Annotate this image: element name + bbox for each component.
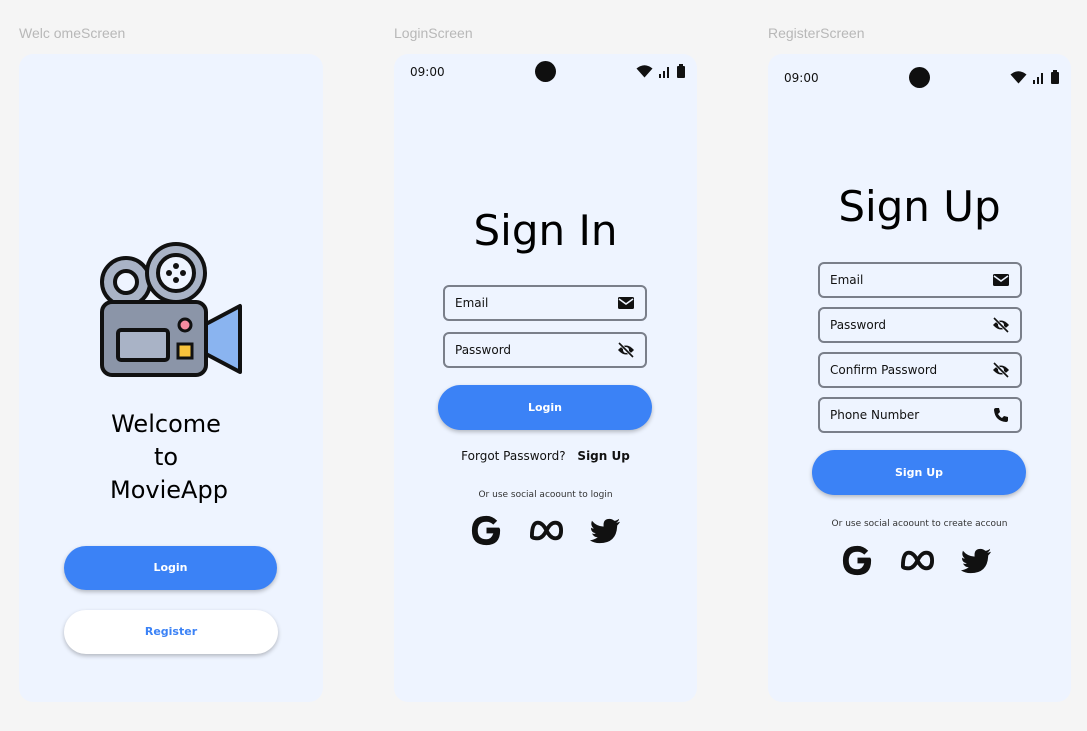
password-placeholder: Password: [455, 343, 512, 357]
battery-icon: [1051, 70, 1059, 84]
email-icon: [618, 297, 634, 309]
status-bar: 09:00: [394, 61, 697, 98]
google-icon[interactable]: [840, 543, 875, 578]
sign-up-title: Sign Up: [838, 182, 1001, 231]
status-bar: 09:00: [768, 67, 1071, 104]
confirm-password-placeholder: Confirm Password: [830, 363, 938, 377]
login-screen: 09:00 Sign In Email Password Login Forgo…: [394, 54, 697, 702]
twitter-icon[interactable]: [960, 543, 993, 578]
visibility-off-icon[interactable]: [617, 341, 635, 359]
sign-in-title: Sign In: [473, 206, 618, 255]
signal-icon: [659, 67, 669, 78]
sign-up-button[interactable]: Sign Up: [812, 450, 1026, 495]
email-icon: [993, 274, 1009, 286]
welcome-title: Welcome to MovieApp: [19, 408, 323, 507]
meta-icon[interactable]: [899, 543, 936, 578]
signal-icon: [1033, 73, 1043, 84]
password-field[interactable]: Password: [443, 332, 647, 368]
register-screen: 09:00 Sign Up Email Password Confirm Pas…: [768, 54, 1071, 702]
visibility-off-icon[interactable]: [992, 361, 1010, 379]
login-button[interactable]: Login: [64, 546, 277, 590]
camera-cutout: [909, 67, 930, 88]
battery-icon: [677, 64, 685, 78]
phone-icon: [994, 408, 1008, 422]
register-frame-label: RegisterScreen: [768, 25, 865, 41]
wifi-icon: [1010, 71, 1027, 84]
password-field[interactable]: Password: [818, 307, 1022, 343]
email-field[interactable]: Email: [443, 285, 647, 321]
email-placeholder: Email: [455, 296, 489, 310]
google-icon[interactable]: [469, 513, 504, 548]
login-submit-button[interactable]: Login: [438, 385, 652, 430]
sign-up-link[interactable]: Sign Up: [577, 449, 629, 463]
login-frame-label: LoginScreen: [394, 25, 473, 41]
social-login-text: Or use social acoount to login: [478, 490, 613, 500]
social-icons: [840, 543, 993, 578]
status-time: 09:00: [784, 71, 819, 85]
phone-placeholder: Phone Number: [830, 408, 920, 422]
welcome-title-line2: to: [153, 443, 179, 471]
status-icons: [636, 64, 685, 78]
social-register-text: Or use social acoount to create accoun: [831, 519, 1008, 529]
phone-field[interactable]: Phone Number: [818, 397, 1022, 433]
forgot-password-link[interactable]: Forgot Password?: [461, 449, 565, 463]
visibility-off-icon[interactable]: [992, 316, 1010, 334]
password-placeholder: Password: [830, 318, 887, 332]
status-time: 09:00: [410, 65, 445, 79]
welcome-title-line3: MovieApp: [110, 476, 228, 504]
wifi-icon: [636, 65, 653, 78]
meta-icon[interactable]: [528, 513, 565, 548]
social-icons: [469, 513, 622, 548]
email-placeholder: Email: [830, 273, 864, 287]
email-field[interactable]: Email: [818, 262, 1022, 298]
confirm-password-field[interactable]: Confirm Password: [818, 352, 1022, 388]
login-links: Forgot Password? Sign Up: [394, 449, 697, 463]
movie-camera-icon: [100, 242, 242, 377]
register-button[interactable]: Register: [64, 610, 278, 654]
welcome-title-line1: Welcome: [111, 410, 221, 438]
twitter-icon[interactable]: [589, 513, 622, 548]
welcome-screen: Welcome to MovieApp Login Register: [19, 54, 323, 702]
welcome-frame-label: Welc omeScreen: [19, 25, 126, 41]
camera-cutout: [535, 61, 556, 82]
status-icons: [1010, 70, 1059, 84]
